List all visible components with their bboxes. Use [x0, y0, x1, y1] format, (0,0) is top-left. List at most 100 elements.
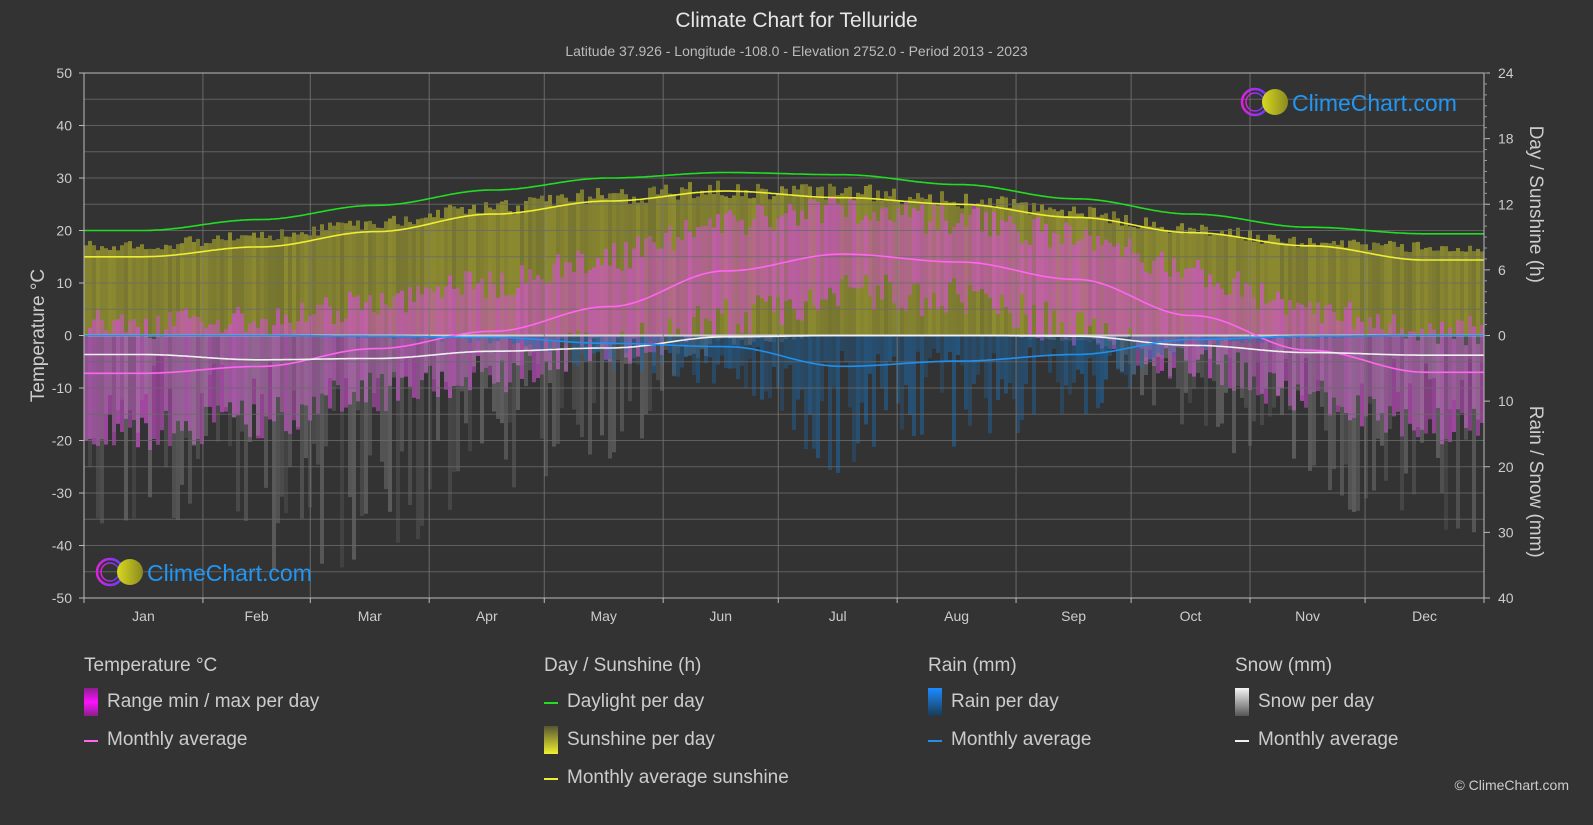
snow-day-bar [1416, 335, 1420, 428]
snow-day-bar [492, 335, 496, 412]
temp-range-day-bar [1024, 239, 1028, 315]
legend-heading-snow: Snow (mm) [1235, 655, 1333, 676]
snow-day-bar [1236, 335, 1240, 387]
temp-range-day-bar [1040, 232, 1044, 341]
temp-range-day-bar [896, 208, 900, 311]
rain-day-bar [1052, 335, 1056, 349]
snow-day-bar [276, 335, 280, 524]
rain-day-bar [888, 335, 892, 362]
daylight-line-icon [544, 702, 558, 704]
sunshine-day-bar [220, 239, 224, 336]
temp-range-day-bar [932, 204, 936, 293]
rain-day-bar [808, 335, 812, 415]
rain-day-bar [1088, 335, 1092, 359]
rain-day-bar [536, 335, 540, 351]
sunshine-day-bar [1448, 251, 1452, 336]
snow-day-bar [452, 335, 456, 473]
temp-range-day-bar [892, 222, 896, 304]
sunshine-day-bar [304, 234, 308, 336]
y-tick-label: -30 [52, 485, 72, 501]
sunshine-day-bar [248, 235, 252, 336]
temp-range-day-bar [1048, 247, 1052, 338]
temp-range-day-bar [1084, 228, 1088, 335]
rain-day-bar [912, 335, 916, 437]
snow-day-bar [1388, 335, 1392, 430]
rain-day-bar [696, 335, 700, 383]
snow-day-bar [140, 335, 144, 400]
temp-range-day-bar [1064, 222, 1068, 340]
temp-range-day-bar [1028, 244, 1032, 336]
temp-range-day-bar [1468, 315, 1472, 431]
rain-day-bar [792, 335, 796, 430]
rain-day-bar [1060, 335, 1064, 414]
y-tick-label: -50 [52, 590, 72, 606]
temp-range-day-bar [592, 267, 596, 339]
rain-day-bar [1012, 335, 1016, 400]
temp-range-day-bar [868, 220, 872, 296]
snow-day-bar [1340, 335, 1344, 496]
snow-day-bar [104, 335, 108, 415]
y3-tick-label: 40 [1498, 590, 1514, 606]
y2-tick-label: 18 [1498, 131, 1514, 147]
sunshine-day-bar [152, 248, 156, 336]
rain-day-bar [1020, 335, 1024, 421]
rain-day-bar [992, 335, 996, 354]
sunshine-day-bar [1388, 240, 1392, 336]
temp-range-day-bar [956, 223, 960, 295]
snow-day-bar [376, 335, 380, 379]
rain-day-bar [1216, 335, 1220, 347]
sunshine-day-bar [1436, 250, 1440, 336]
temp-range-day-bar [1112, 246, 1116, 350]
rain-day-bar [488, 335, 492, 344]
temp-range-day-bar [664, 232, 668, 337]
rain-day-bar [828, 335, 832, 471]
sunshine-day-bar [332, 225, 336, 336]
snow-day-bar [496, 335, 500, 419]
y-tick-label: 40 [56, 118, 72, 134]
snow-day-bar [248, 335, 252, 442]
snow-day-bar [560, 335, 564, 409]
snow-day-bar [120, 335, 124, 400]
snow-day-bar [1220, 335, 1224, 424]
temp-range-day-bar [748, 226, 752, 334]
temp-range-day-bar [1016, 231, 1020, 328]
temp-range-day-bar [864, 215, 868, 276]
x-tick-label-jun: Jun [709, 608, 732, 624]
rain-day-bar [640, 335, 644, 371]
rain-day-bar [736, 335, 740, 380]
rain-day-bar [540, 335, 544, 352]
snow-day-bar [1384, 335, 1388, 481]
rain-day-bar [820, 335, 824, 402]
rain-day-bar [1100, 335, 1104, 403]
legend-label: Monthly average [107, 729, 248, 750]
copyright: © ClimeChart.com [1454, 777, 1569, 793]
temp-range-day-bar [772, 230, 776, 312]
temp-range-day-bar [1032, 219, 1036, 305]
rain-day-bar [1096, 335, 1100, 409]
sunshine-day-bar [272, 240, 276, 336]
y3-tick-label: 30 [1498, 524, 1514, 540]
snow-day-bar [396, 335, 400, 543]
rain-day-bar [896, 335, 900, 404]
temp-range-day-bar [788, 203, 792, 300]
legend-item-temp-avg: Monthly average [84, 729, 319, 767]
snow-day-bar [1404, 335, 1408, 474]
legend-label: Rain per day [951, 691, 1059, 712]
snow-day-bar [1332, 335, 1336, 470]
rain-day-bar [924, 335, 928, 378]
rain-day-bar [1032, 335, 1036, 415]
temp-range-day-bar [1012, 223, 1016, 328]
y-tick-label: -40 [52, 538, 72, 554]
rain-day-bar [1076, 335, 1080, 370]
rain-day-bar [1168, 335, 1172, 352]
snow-day-bar [108, 335, 112, 395]
rain-day-bar [1040, 335, 1044, 356]
temp-range-day-bar [680, 239, 684, 335]
rain-day-bar [1028, 335, 1032, 348]
watermark-text-bottom: ClimeChart.com [147, 560, 312, 586]
snow-day-bar [348, 335, 352, 498]
rain-day-bar [1044, 335, 1048, 356]
snow-day-bar [1372, 335, 1376, 491]
rain-day-bar [712, 335, 716, 384]
snow-day-bar [1272, 335, 1276, 408]
